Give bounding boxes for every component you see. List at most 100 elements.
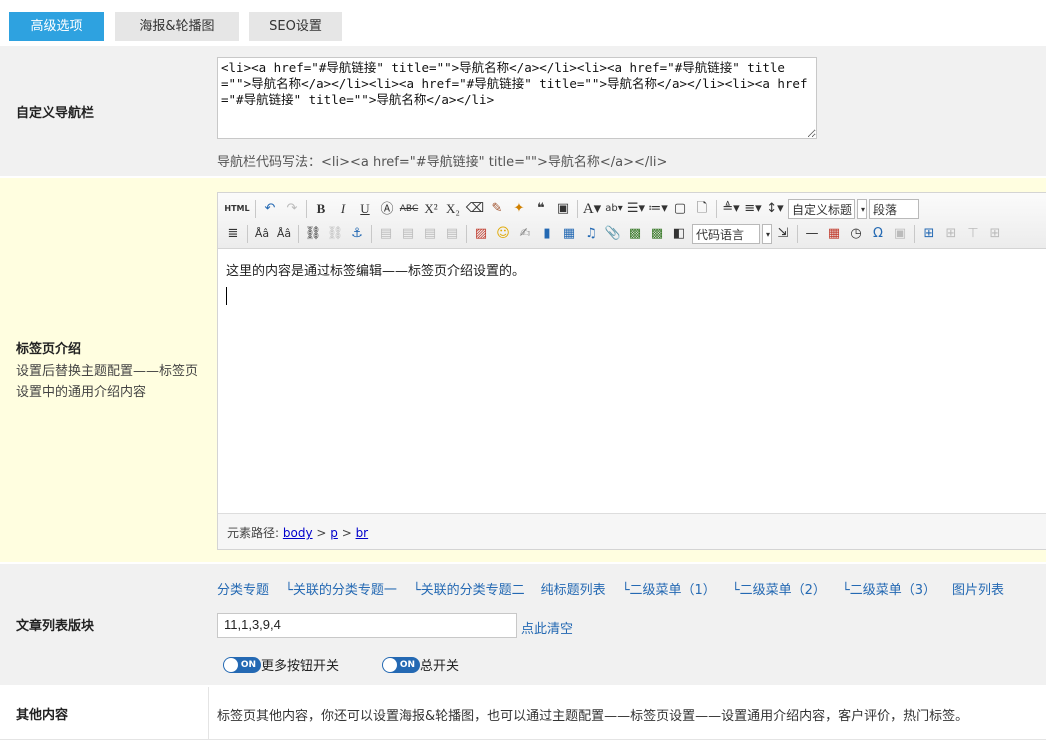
insert-video-icon[interactable]: ▦ [558, 223, 580, 245]
paragraph-spacing-bottom-icon[interactable]: ≡▾ [742, 198, 764, 220]
category-link[interactable]: └二级菜单（3） [842, 579, 936, 598]
ordered-list-icon[interactable]: ☰▾ [625, 198, 647, 220]
other-content-label: 其他内容 [16, 707, 69, 723]
more-button-switch[interactable]: ON [223, 656, 261, 673]
bold-icon[interactable]: B [310, 198, 332, 220]
strikethrough-icon[interactable]: ABC [398, 198, 420, 220]
clear-ids-link[interactable]: 点此清空 [521, 618, 573, 637]
insert-row-icon[interactable]: ⊞ [984, 223, 1006, 245]
italic-icon[interactable]: I [332, 198, 354, 220]
paragraph-spacing-top-icon[interactable]: ≜▾ [720, 198, 742, 220]
gmap-icon[interactable]: ▩ [646, 223, 668, 245]
tab-advanced-options[interactable]: 高级选项 [9, 12, 104, 41]
category-link[interactable]: 图片列表 [952, 579, 1004, 598]
category-link[interactable]: 纯标题列表 [541, 579, 606, 598]
tab-intro-label-cell: 标签页介绍 设置后替换主题配置——标签页设置中的通用介绍内容 [0, 178, 209, 562]
unlink-icon[interactable]: ⛓ [324, 223, 346, 245]
clear-doc-icon[interactable]: 🗋 [691, 198, 713, 220]
tab-poster-carousel[interactable]: 海报&轮播图 [115, 12, 239, 41]
custom-nav-label-cell: 自定义导航栏 [0, 46, 209, 176]
delete-table-icon[interactable]: ⊞ [940, 223, 962, 245]
editor-paragraph: 这里的内容是通过标签编辑——标签页介绍设置的。 [226, 264, 526, 279]
special-chars-icon[interactable]: Ω [867, 223, 889, 245]
category-link[interactable]: └二级菜单（2） [732, 579, 826, 598]
page-break-icon[interactable]: ⇲ [772, 223, 794, 245]
underline-icon[interactable]: U [354, 198, 376, 220]
redo-icon[interactable]: ↷ [281, 198, 303, 220]
scrawl-icon[interactable]: ✍ [514, 223, 536, 245]
custom-title-select[interactable]: 自定义标题 [788, 199, 855, 219]
tab-intro-row: 标签页介绍 设置后替换主题配置——标签页设置中的通用介绍内容 HTML ↶ ↷ … [0, 177, 1046, 562]
tab-seo-settings[interactable]: SEO设置 [249, 12, 342, 41]
eraser-icon[interactable]: ⌫ [464, 198, 486, 220]
image-right-icon[interactable]: ▤ [419, 223, 441, 245]
nav-code-hint: 导航栏代码写法：<li><a href="#导航链接" title="">导航名… [217, 155, 668, 170]
insert-image-icon[interactable]: ▨ [470, 223, 492, 245]
custom-nav-row: 自定义导航栏 <li><a href="#导航链接" title="">导航名称… [0, 45, 1046, 176]
master-toggle-label: 总开关 [420, 659, 460, 674]
code-language-dropdown-icon[interactable]: ▾ [762, 224, 772, 244]
path-p-link[interactable]: p [330, 526, 338, 540]
category-link[interactable]: └关联的分类专题二 [413, 579, 525, 598]
highlight-color-icon[interactable]: ab▾ [603, 198, 625, 220]
anchor-icon[interactable]: ⚓ [346, 223, 368, 245]
line-height-icon[interactable]: ↕▾ [764, 198, 786, 220]
article-list-label-cell: 文章列表版块 [0, 564, 209, 685]
music-icon[interactable]: ♫ [580, 223, 602, 245]
attachment-icon[interactable]: 📎 [602, 223, 624, 245]
blockquote-icon[interactable]: ❝ [530, 198, 552, 220]
custom-nav-label: 自定义导航栏 [16, 105, 95, 121]
category-link[interactable]: 分类专题 [217, 579, 269, 598]
map-icon[interactable]: ▩ [624, 223, 646, 245]
font-size-up-icon[interactable]: Åâ [251, 223, 273, 245]
custom-title-dropdown-icon[interactable]: ▾ [857, 199, 867, 219]
select-all-icon[interactable]: ▢ [669, 198, 691, 220]
wordimage-icon[interactable]: ▣ [889, 223, 911, 245]
tab-bar: 高级选项 海报&轮播图 SEO设置 [0, 0, 1046, 44]
tab-intro-label: 标签页介绍 [16, 341, 82, 357]
font-border-icon[interactable]: Ⓐ [376, 198, 398, 220]
master-toggle: ON 总开关 [382, 655, 459, 674]
font-color-icon[interactable]: A▾ [581, 198, 603, 220]
master-switch[interactable]: ON [382, 656, 420, 673]
insert-table-icon[interactable]: ⊞ [918, 223, 940, 245]
superscript-icon[interactable]: X² [420, 198, 442, 220]
link-icon[interactable]: ⛓ [302, 223, 324, 245]
category-ids-input[interactable]: 11,1,3,9,4 [217, 613, 517, 638]
font-size-down-icon[interactable]: Åâ [273, 223, 295, 245]
category-link[interactable]: └关联的分类专题一 [285, 579, 397, 598]
article-list-label: 文章列表版块 [16, 619, 95, 634]
subscript-icon[interactable]: X₂ [442, 198, 464, 220]
insert-frame-icon[interactable]: ▮ [536, 223, 558, 245]
time-icon[interactable]: ◷ [845, 223, 867, 245]
template-icon[interactable]: ◧ [668, 223, 690, 245]
element-path-bar: 元素路径: body > p > br [218, 513, 1046, 549]
undo-icon[interactable]: ↶ [259, 198, 281, 220]
image-center-icon[interactable]: ▤ [441, 223, 463, 245]
more-button-toggle-label: 更多按钮开关 [261, 659, 340, 674]
html-source-button[interactable]: HTML [222, 198, 252, 220]
category-link[interactable]: └二级菜单（1） [622, 579, 716, 598]
paragraph-format-select[interactable]: 段落 [869, 199, 919, 219]
emotion-icon[interactable]: ☺ [492, 223, 514, 245]
auto-format-icon[interactable]: ✦ [508, 198, 530, 220]
more-button-toggle: ON 更多按钮开关 [223, 655, 339, 674]
insert-paragraph-before-table-icon[interactable]: ⊤ [962, 223, 984, 245]
format-painter-icon[interactable]: ✎ [486, 198, 508, 220]
rich-text-editor: HTML ↶ ↷ B I U Ⓐ ABC X² X₂ ⌫ ✎ ✦ ❝ ▣ A▾ … [217, 192, 1046, 550]
nav-code-textarea[interactable]: <li><a href="#导航链接" title="">导航名称</a></l… [217, 57, 817, 139]
path-br-link[interactable]: br [356, 526, 369, 540]
editor-toolbar: HTML ↶ ↷ B I U Ⓐ ABC X² X₂ ⌫ ✎ ✦ ❝ ▣ A▾ … [218, 193, 1046, 249]
horizontal-rule-icon[interactable]: — [801, 223, 823, 245]
category-link-list: 分类专题 └关联的分类专题一 └关联的分类专题二 纯标题列表 └二级菜单（1） … [217, 579, 1020, 598]
editor-content-area[interactable]: 这里的内容是通过标签编辑——标签页介绍设置的。 [218, 250, 1046, 510]
path-body-link[interactable]: body [283, 526, 313, 540]
code-language-select[interactable]: 代码语言 [692, 224, 760, 244]
date-icon[interactable]: ▦ [823, 223, 845, 245]
justify-icon[interactable]: ≣ [222, 223, 244, 245]
image-left-icon[interactable]: ▤ [375, 223, 397, 245]
unordered-list-icon[interactable]: ≔▾ [647, 198, 669, 220]
paste-plain-icon[interactable]: ▣ [552, 198, 574, 220]
other-content-row: 其他内容 标签页其他内容，你还可以设置海报&轮播图，也可以通过主题配置——标签页… [0, 686, 1046, 740]
image-none-icon[interactable]: ▤ [397, 223, 419, 245]
